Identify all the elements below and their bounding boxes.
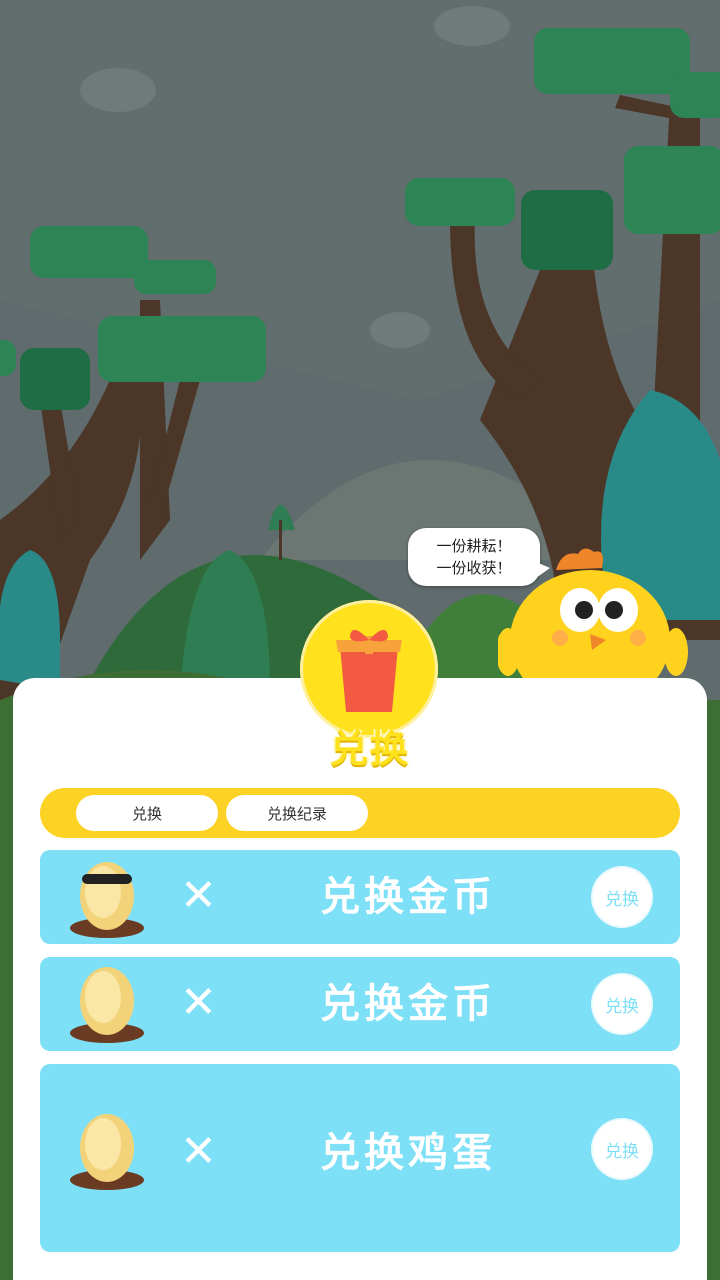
multiply-icon: ✕ xyxy=(180,870,217,921)
exchange-item: ✕ 兑换金币 兑换 xyxy=(40,957,680,1051)
tab-bar: 兑换 兑换纪录 xyxy=(40,788,680,838)
exchange-item: ✕ 兑换鸡蛋 兑换 xyxy=(40,1064,680,1252)
exchange-button[interactable]: 兑换 xyxy=(593,868,651,926)
speech-bubble: 一份耕耘！ 一份收获！ xyxy=(408,528,550,586)
sunglasses-egg-icon xyxy=(70,862,144,938)
item-label: 兑换鸡蛋 xyxy=(320,1130,496,1176)
exchange-button[interactable]: 兑换 xyxy=(593,975,651,1033)
speech-line-2: 一份收获！ xyxy=(436,559,512,577)
multiply-icon: ✕ xyxy=(180,977,217,1028)
item-label: 兑换金币 xyxy=(320,874,496,920)
egg-icon xyxy=(70,1114,144,1190)
panel-title: 兑换 xyxy=(329,727,410,771)
item-label: 兑换金币 xyxy=(320,981,496,1027)
exchange-item: ✕ 兑换金币 兑换 xyxy=(40,850,680,944)
tab-exchange[interactable]: 兑换 xyxy=(76,795,218,831)
speech-line-1: 一份耕耘！ xyxy=(436,537,512,555)
tab-exchange-records[interactable]: 兑换纪录 xyxy=(226,795,368,831)
exchange-button[interactable]: 兑换 xyxy=(593,1120,651,1178)
multiply-icon: ✕ xyxy=(180,1126,217,1177)
egg-icon xyxy=(70,967,144,1043)
